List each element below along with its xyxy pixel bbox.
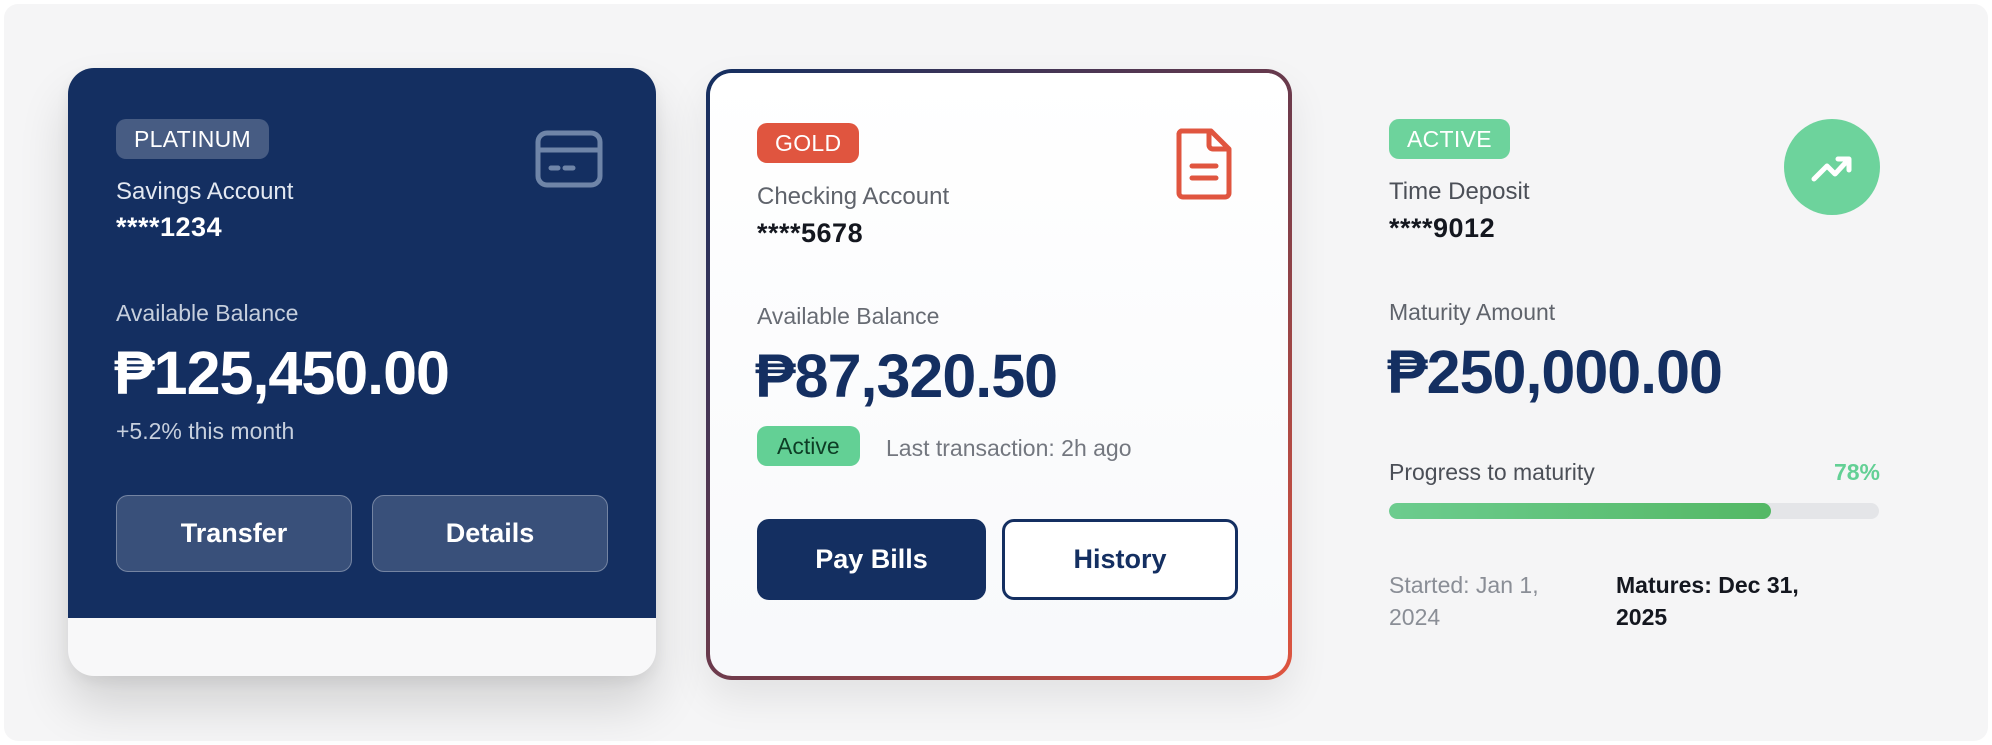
history-button[interactable]: History (1002, 519, 1238, 600)
account-type: Savings Account (116, 178, 294, 205)
details-button[interactable]: Details (372, 495, 608, 572)
checking-account-card[interactable]: GOLD Checking Account ****5678 Available… (706, 69, 1292, 680)
pay-bills-button[interactable]: Pay Bills (757, 519, 986, 600)
card-body: GOLD Checking Account ****5678 Available… (710, 73, 1288, 676)
credit-card-icon (535, 130, 603, 188)
account-number: ****9012 (1389, 213, 1496, 243)
transfer-button[interactable]: Transfer (116, 495, 352, 572)
balance-amount: ₱87,320.50 (755, 342, 1058, 410)
status-badge: ACTIVE (1389, 119, 1510, 159)
monthly-growth: +5.2% this month (116, 418, 295, 444)
account-number: ****5678 (757, 218, 864, 248)
status-badge: Active (757, 426, 860, 466)
maturity-label: Maturity Amount (1389, 299, 1556, 325)
account-number: ****1234 (116, 212, 223, 242)
tier-badge: PLATINUM (116, 119, 269, 159)
last-transaction: Last transaction: 2h ago (886, 435, 1132, 461)
account-type: Checking Account (757, 183, 950, 210)
trending-up-icon (1784, 119, 1880, 215)
time-deposit-card[interactable]: ACTIVE Time Deposit ****9012 Maturity Am… (1387, 119, 1880, 639)
maturity-date: Matures: Dec 31, 2025 (1616, 572, 1799, 630)
balance-amount: ₱125,450.00 (114, 339, 450, 407)
progress-bar (1389, 503, 1879, 519)
progress-fill (1389, 503, 1772, 519)
progress-percent: 78% (1833, 459, 1880, 485)
document-icon (1176, 128, 1232, 200)
savings-account-card[interactable]: PLATINUM Savings Account ****1234 Availa… (68, 68, 656, 676)
balance-label: Available Balance (757, 303, 940, 329)
dashboard-background: PLATINUM Savings Account ****1234 Availa… (4, 4, 1988, 741)
maturity-amount: ₱250,000.00 (1387, 338, 1723, 406)
balance-label: Available Balance (116, 300, 299, 326)
tier-badge: GOLD (757, 123, 860, 163)
progress-label: Progress to maturity (1389, 459, 1595, 485)
start-date: Started: Jan 1, 2024 (1389, 572, 1539, 630)
account-type: Time Deposit (1389, 178, 1530, 205)
